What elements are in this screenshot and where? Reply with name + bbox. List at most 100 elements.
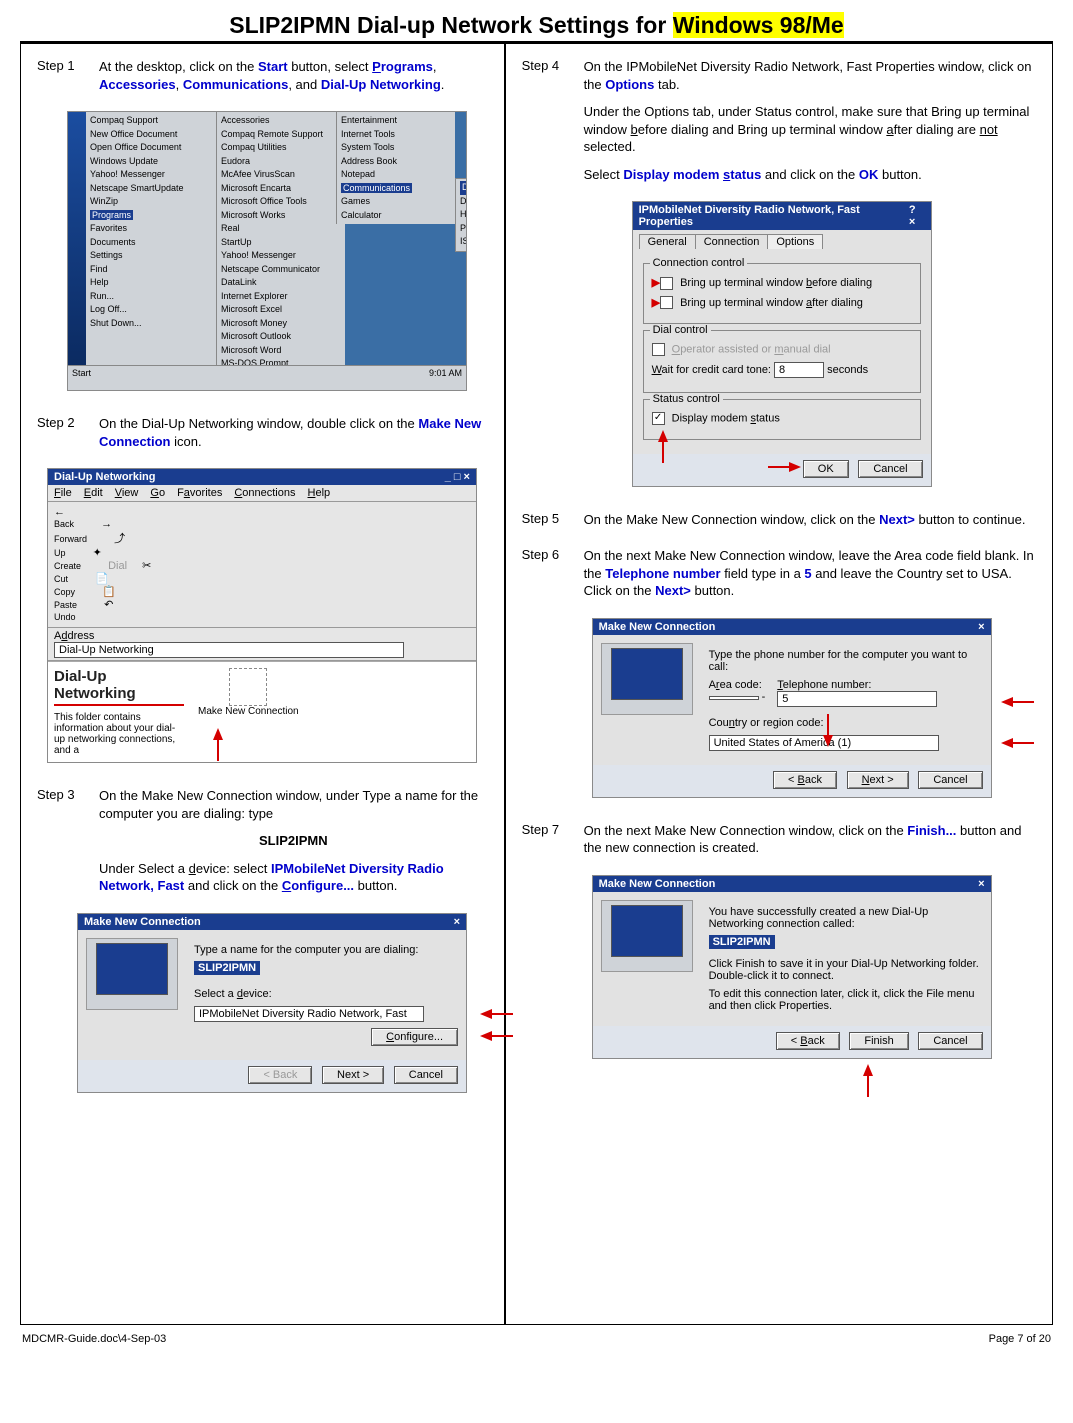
g3-legend: Status control	[650, 393, 723, 405]
mnc1-device[interactable]: IPMobileNet Diversity Radio Network, Fas…	[194, 1006, 424, 1022]
s7-a: On the next Make New Connection window, …	[584, 823, 908, 838]
s1-c1: ,	[433, 59, 437, 74]
tel-input[interactable]: 5	[777, 691, 937, 707]
mnc3-title: Make New Connection	[599, 878, 716, 890]
communications-link: Communications	[183, 77, 288, 92]
red-arrow-country	[1001, 738, 1013, 748]
back-button[interactable]: < Back	[776, 1032, 840, 1050]
close-icon: ×	[978, 878, 984, 890]
wait-seconds[interactable]: 8	[774, 362, 824, 378]
dun-link: Dial-Up Networking	[321, 77, 441, 92]
mnc2-lead: Type the phone number for the computer y…	[709, 649, 983, 673]
configure-link: Configure...	[282, 878, 354, 893]
group-status-control: Status control ✓ Display modem status	[643, 399, 921, 440]
ok-button[interactable]: OK	[803, 460, 849, 478]
step-2-body: On the Dial-Up Networking window, double…	[99, 415, 488, 460]
mnc1-type-val[interactable]: SLIP2IPMN	[194, 961, 260, 975]
chk-operator	[652, 343, 665, 356]
footer-left: MDCMR-Guide.doc\4-Sep-03	[22, 1333, 166, 1345]
close-icon: ? ×	[909, 204, 925, 228]
s4-p1b: tab.	[654, 77, 679, 92]
screenshot-mnc3: Make New Connection× You have successful…	[592, 875, 992, 1059]
s1-p: .	[441, 77, 445, 92]
tab-general[interactable]: General	[639, 234, 696, 249]
chk-after[interactable]	[660, 296, 673, 309]
red-arrow-configure	[480, 1031, 492, 1041]
win98-strip	[68, 112, 86, 370]
group-connection-control: Connection control ▶ Bring up terminal w…	[643, 263, 921, 324]
dun-titlebar: Dial-Up Networking	[54, 471, 155, 483]
tel-link: Telephone number	[605, 566, 720, 581]
mnc1-title: Make New Connection	[84, 916, 201, 928]
mnc2-title: Make New Connection	[599, 621, 716, 633]
red-arrow-next	[823, 735, 833, 747]
close-icon: ×	[454, 916, 460, 928]
props-tabs: GeneralConnectionOptions	[633, 230, 931, 249]
step-6: Step 6 On the next Make New Connection w…	[522, 547, 1036, 610]
g2-legend: Dial control	[650, 324, 711, 336]
s3-dev-u: d	[189, 861, 196, 876]
red-arrow-status	[658, 430, 668, 442]
dun-desc: This folder contains information about y…	[54, 712, 184, 756]
wizard-graphic	[601, 900, 693, 972]
area-code-input[interactable]	[709, 696, 759, 700]
ok-link: OK	[859, 167, 879, 182]
s3-p2a: Under Select a	[99, 861, 189, 876]
dun-h1: Dial-Up	[54, 668, 184, 685]
content-frame: Step 1 At the desktop, click on the Star…	[20, 43, 1053, 1325]
chk-display-status[interactable]: ✓	[652, 412, 665, 425]
configure-button[interactable]: Configure...	[371, 1028, 458, 1046]
red-arrow-icon	[213, 728, 223, 740]
cancel-button[interactable]: Cancel	[918, 1032, 982, 1050]
screenshot-properties: IPMobileNet Diversity Radio Network, Fas…	[632, 201, 932, 487]
s1-c2: ,	[176, 77, 183, 92]
dms-link: Display modem status	[623, 167, 761, 182]
cancel-button[interactable]: Cancel	[918, 771, 982, 789]
dun-menubar: FileEditViewGoFavoritesConnectionsHelp	[48, 485, 476, 502]
start-panel-1: Compaq SupportNew Office DocumentOpen Of…	[86, 112, 224, 370]
step-3-body: On the Make New Connection window, under…	[99, 787, 488, 905]
chk-before[interactable]	[660, 277, 673, 290]
red-arrow-device	[480, 1009, 492, 1019]
dun-address-bar: Address Dial-Up Networking	[48, 628, 476, 661]
screenshot-mnc1: Make New Connection × Type a name for the…	[77, 913, 467, 1093]
cancel-button[interactable]: Cancel	[394, 1066, 458, 1084]
options-link: Options	[605, 77, 654, 92]
s1-and: , and	[288, 77, 321, 92]
cancel-button[interactable]: Cancel	[858, 460, 922, 478]
tab-options[interactable]: Options	[767, 234, 823, 249]
title-highlight: Windows 98/Me	[673, 12, 844, 38]
step-3: Step 3 On the Make New Connection window…	[37, 787, 488, 905]
next-link-2: Next>	[655, 583, 691, 598]
s4-p3a: Select	[584, 167, 624, 182]
title-prefix: SLIP2IPMN Dial-up Network Settings for	[229, 12, 672, 38]
page-title: SLIP2IPMN Dial-up Network Settings for W…	[229, 12, 843, 38]
props-title: IPMobileNet Diversity Radio Network, Fas…	[639, 204, 909, 228]
make-new-connection-icon[interactable]	[229, 668, 267, 706]
tab-connection[interactable]: Connection	[695, 234, 769, 249]
next-button[interactable]: Next >	[322, 1066, 384, 1084]
mnc1-type-label: Type a name for the computer you are dia…	[194, 944, 458, 956]
dun-body: Dial-Up Networking This folder contains …	[48, 661, 476, 762]
back-button[interactable]: < Back	[773, 771, 837, 789]
next-button[interactable]: Next >	[847, 771, 909, 789]
g1-legend: Connection control	[650, 257, 748, 269]
step-1-num: Step 1	[37, 58, 99, 103]
step-4: Step 4 On the IPMobileNet Diversity Radi…	[522, 58, 1036, 193]
next-link: Next>	[879, 512, 915, 527]
s1-text-b: button, select	[288, 59, 373, 74]
s3-p1: On the Make New Connection window, under…	[99, 787, 488, 822]
s6-e: button.	[691, 583, 734, 598]
finish-button[interactable]: Finish	[849, 1032, 908, 1050]
group-dial-control: Dial control Operator assisted or manual…	[643, 330, 921, 393]
step-7: Step 7 On the next Make New Connection w…	[522, 822, 1036, 867]
s4-p3c: button.	[878, 167, 921, 182]
s5-a: On the Make New Connection window, click…	[584, 512, 880, 527]
step-7-num: Step 7	[522, 822, 584, 867]
red-arrow-tel	[1001, 697, 1013, 707]
s6-b: field type in a	[721, 566, 805, 581]
s1-text-a: At the desktop, click on the	[99, 59, 258, 74]
five-link: 5	[804, 566, 811, 581]
s3-p2c: button.	[354, 878, 397, 893]
s5-b: button to continue.	[915, 512, 1026, 527]
